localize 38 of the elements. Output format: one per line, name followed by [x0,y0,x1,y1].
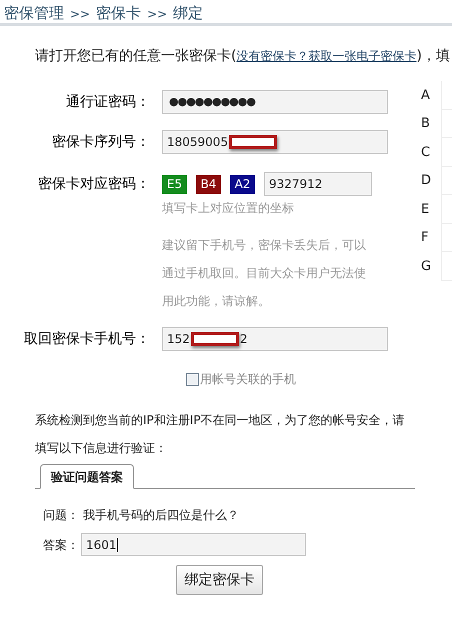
row-letter: A [420,86,431,104]
phone-suffix: 2 [240,331,248,348]
row-letter: C [420,144,432,162]
field-label: 取回密保卡手机号： [23,330,151,349]
coordinate-tag: A2 [230,174,255,194]
field-label: 密保卡对应密码： [37,175,151,194]
card-code-field[interactable]: 9327912 [264,172,372,196]
answer-field[interactable]: 1601 [81,533,306,556]
get-card-link[interactable]: 没有密保卡？获取一张电子密保卡 [236,49,416,63]
breadcrumb-separator: >> [70,6,90,23]
breadcrumb-item[interactable]: 密保管理 [4,2,64,24]
phone-prefix: 152 [167,331,190,348]
checkbox-label: 用帐号关联的手机 [200,371,296,388]
phone-field[interactable]: 152 2 [162,327,388,351]
coordinate-tag: B4 [196,174,221,194]
password-field[interactable]: ●●●●●●●●●● [162,90,388,114]
row-letter: B [420,115,431,133]
question-label: 问题： [43,507,79,524]
breadcrumb-separator: >> [147,6,168,23]
row-letter: F [420,229,430,247]
question-text: 我手机号码的后四位是什么？ [83,507,239,524]
breadcrumb-item[interactable]: 密保卡 [96,2,142,24]
row-letter: E [420,200,430,218]
bind-card-button[interactable]: 绑定密保卡 [176,565,263,595]
field-label: 密保卡序列号： [51,133,151,152]
breadcrumb-item: 绑定 [173,3,204,24]
serial-field[interactable]: 18059005 [162,130,388,154]
row-letter: G [420,258,432,276]
answer-label: 答案： [43,536,80,554]
checkbox[interactable] [186,372,199,386]
coordinate-tag: E5 [162,174,187,194]
tab[interactable]: 验证问题答案 [40,464,134,489]
hint-text: 填写卡上对应位置的坐标 [162,200,295,217]
row-letter: D [420,172,432,190]
field-label: 通行证密码： [65,93,151,112]
notice-text: 系统检测到您当前的IP和注册IP不在同一地区，为了您的帐号安全，请填写以下信息进行验证： [35,412,406,457]
advice-text: 建议留下手机号，密保卡丢失后，可以通过手机取回。目前大众卡用户无法使用此功能，请谅解。 [162,237,367,310]
instruction-text: 请打开您已有的任意一张密保卡(没有密保卡？获取一张电子密保卡)，填 [35,47,450,66]
